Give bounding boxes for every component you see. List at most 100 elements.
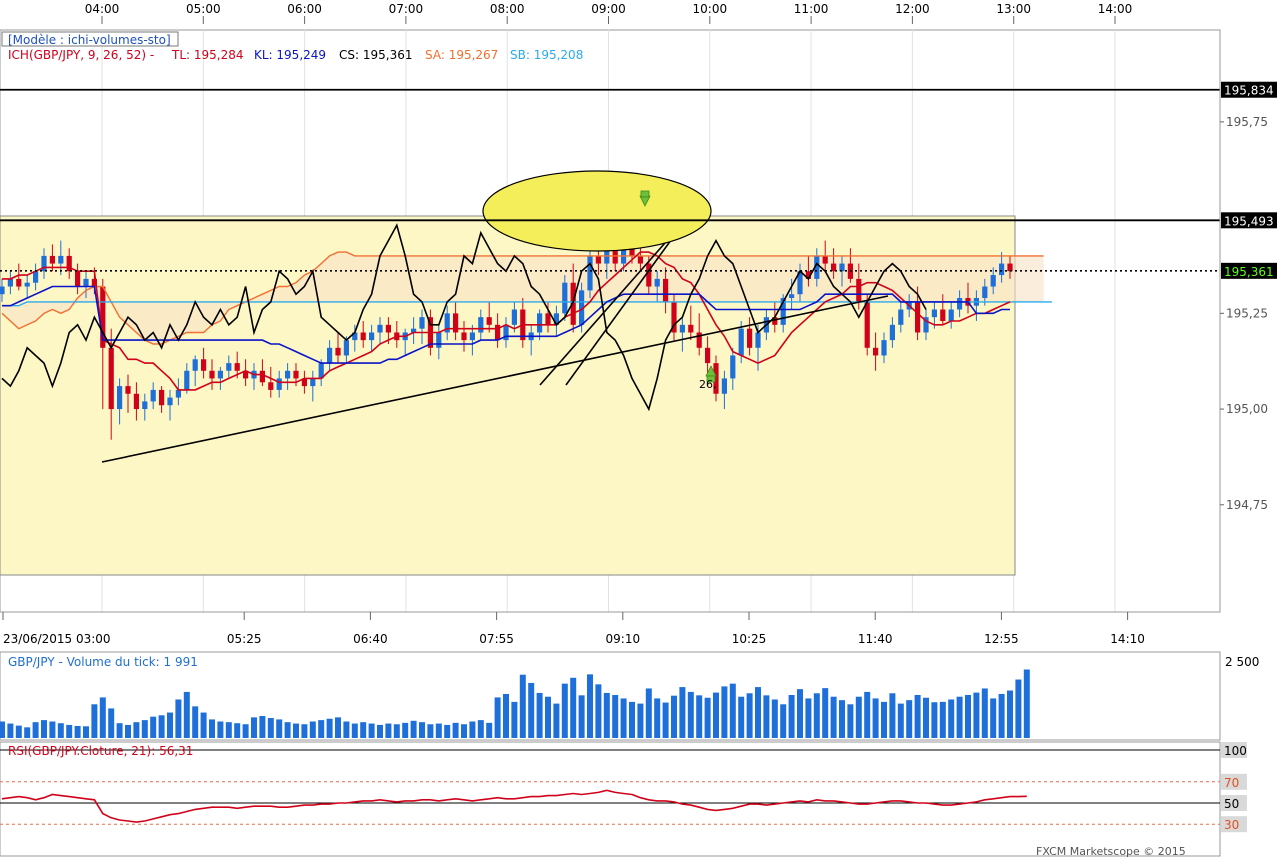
volume-bar	[158, 715, 165, 738]
volume-bar	[561, 683, 568, 738]
price-tick-label: 195,75	[1226, 115, 1268, 129]
model-label: [Modèle : ichi-volumes-sto]	[8, 33, 171, 47]
candle-body	[209, 370, 215, 379]
candle-body	[24, 282, 30, 287]
top-axis-label: 13:00	[996, 2, 1031, 16]
volume-bar	[645, 688, 652, 738]
bottom-axis-label: 23/06/2015 03:00	[3, 632, 111, 646]
candle-body	[948, 309, 954, 321]
volume-bar	[444, 724, 451, 738]
volume-bar	[368, 723, 375, 738]
volume-bar	[74, 725, 81, 738]
candle-body	[327, 347, 333, 364]
volume-bar	[637, 703, 644, 738]
bottom-axis-label: 10:25	[732, 632, 767, 646]
volume-bar	[788, 695, 795, 738]
volume-bar	[209, 719, 215, 738]
candle-body	[83, 278, 89, 287]
volume-bar	[32, 722, 39, 738]
volume-panel[interactable]: GBP/JPY - Volume du tick: 1 991 2 500	[0, 651, 1259, 741]
price-tick-label: 195,25	[1226, 306, 1268, 320]
candle-body	[453, 313, 459, 333]
candle-body	[184, 370, 190, 390]
volume-bar	[847, 704, 854, 738]
volume-bar	[931, 702, 938, 738]
volume-bar	[66, 724, 73, 738]
sell-arrow-icon-shaft	[640, 190, 650, 198]
volume-bar	[318, 720, 325, 738]
volume-bar	[183, 691, 190, 738]
candle-body	[310, 378, 316, 387]
volume-bar	[965, 695, 971, 738]
bottom-axis-label: 07:55	[479, 632, 514, 646]
candle-body	[226, 363, 232, 371]
volume-bar	[1015, 679, 1022, 738]
volume-bar	[410, 720, 417, 738]
candle-body	[931, 309, 937, 318]
volume-bar	[948, 699, 955, 738]
candle-body	[268, 382, 274, 390]
volume-bar	[419, 722, 425, 738]
rsi-tick-label: 50	[1224, 797, 1239, 811]
volume-bar	[377, 724, 383, 738]
candle-body	[276, 378, 282, 390]
candle-body	[478, 317, 484, 333]
highlight-ellipse[interactable]	[482, 170, 712, 252]
volume-bar	[461, 724, 467, 738]
volume-bar	[217, 721, 224, 738]
volume-bar	[990, 698, 997, 738]
price-tick-label: 195,00	[1226, 402, 1268, 416]
volume-bar	[519, 674, 526, 738]
annotation-label: 26,	[699, 378, 717, 391]
volume-bar	[108, 708, 115, 738]
candle-body	[738, 328, 744, 356]
volume-bar	[309, 721, 316, 738]
volume-bar	[553, 703, 560, 738]
trading-chart[interactable]: 26, [Modèle : ichi-volumes-sto] ICH(GBP/…	[0, 0, 1279, 860]
price-tick-label: 194,75	[1226, 498, 1268, 512]
volume-bar	[973, 692, 980, 738]
volume-bar	[1007, 690, 1013, 738]
bottom-axis-label: 14:10	[1110, 632, 1145, 646]
volume-bar	[981, 688, 988, 738]
volume-bar	[738, 696, 745, 738]
tenkan-label: TL: 195,284	[171, 48, 244, 62]
volume-bar	[671, 695, 677, 738]
top-axis-label: 10:00	[693, 2, 728, 16]
candle-body	[436, 332, 442, 348]
candle-body	[49, 255, 55, 264]
candle-body	[755, 332, 761, 348]
volume-bar	[402, 722, 409, 738]
candle-body	[822, 255, 828, 264]
volume-bar	[864, 691, 871, 738]
candle-body	[587, 255, 593, 291]
volume-bar	[24, 727, 31, 738]
volume-bar	[797, 689, 803, 738]
volume-bar	[687, 691, 694, 738]
candle-body	[285, 370, 291, 379]
candle-body	[335, 347, 341, 356]
volume-bar	[545, 696, 551, 738]
volume-bar	[923, 697, 929, 738]
candle-body	[0, 286, 5, 295]
candle-body	[192, 359, 198, 371]
candle-body	[7, 278, 13, 287]
volume-bar	[234, 723, 241, 738]
candle-body	[889, 324, 895, 341]
candle-body	[108, 347, 114, 410]
candle-body	[486, 317, 492, 325]
candle-body	[33, 271, 39, 283]
rsi-panel[interactable]: 100 70 50 30 RSI(GBP/JPY.Cloture, 21): 56,3…	[0, 741, 1247, 857]
volume-bar	[889, 693, 896, 738]
volume-bar	[1023, 669, 1030, 738]
candle-body	[75, 271, 81, 287]
volume-bar	[41, 720, 47, 738]
volume-bar	[503, 693, 509, 738]
price-panel[interactable]: 26, [Modèle : ichi-volumes-sto] ICH(GBP/…	[0, 29, 1221, 613]
candle-body	[864, 301, 870, 348]
candle-body	[234, 363, 240, 371]
volume-bar	[704, 697, 711, 738]
volume-bar	[897, 703, 904, 738]
volume-bar	[385, 723, 392, 738]
top-axis-label: 12:00	[895, 2, 930, 16]
